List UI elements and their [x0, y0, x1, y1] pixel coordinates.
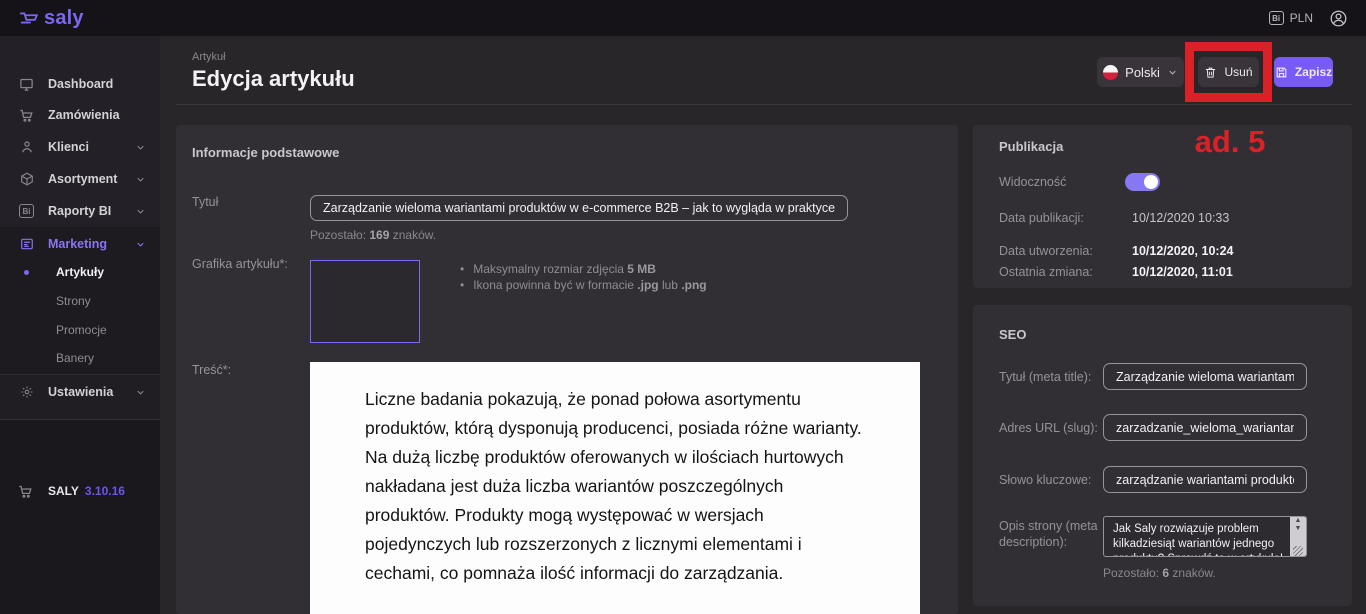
- section-title: Informacje podstawowe: [192, 145, 339, 160]
- chevron-down-icon: [135, 206, 146, 217]
- publication-title: Publikacja: [999, 139, 1063, 154]
- meta-title-label: Tytuł (meta title):: [999, 370, 1091, 384]
- app-version: SALY 3.10.16: [0, 480, 160, 502]
- sidebar-footer-block: [0, 420, 160, 614]
- meta-title-input[interactable]: [1103, 363, 1307, 390]
- currency-icon: Bi: [1269, 11, 1284, 25]
- version-number: 3.10.16: [85, 484, 125, 498]
- textarea-scrollbar[interactable]: ▲ ▼: [1290, 517, 1306, 556]
- sidebar-item-dashboard[interactable]: Dashboard: [0, 73, 160, 95]
- annotation-label: ad. 5: [1188, 124, 1272, 160]
- sidebar-item-assortment[interactable]: Asortyment: [0, 168, 160, 190]
- basic-info-panel: Informacje podstawowe Tytuł Pozostało: 1…: [176, 125, 958, 614]
- page-title: Edycja artykułu: [192, 66, 355, 92]
- person-icon: [18, 140, 35, 154]
- seo-panel: SEO Tytuł (meta title): Adres URL (slug)…: [973, 305, 1352, 606]
- sidebar-item-orders[interactable]: Zamówienia: [0, 104, 160, 126]
- bullet-icon: •: [460, 277, 464, 293]
- title-label: Tytuł: [192, 195, 218, 209]
- chevron-down-icon: [135, 387, 146, 398]
- gear-icon: [18, 385, 35, 399]
- cart-logo-icon: [18, 7, 40, 29]
- currency-label: PLN: [1290, 11, 1313, 25]
- header-divider: [176, 104, 1352, 105]
- sidebar-item-bi-reports[interactable]: Bi Raporty BI: [0, 200, 160, 222]
- image-label: Grafika artykułu*:: [192, 257, 288, 271]
- visibility-label: Widoczność: [999, 175, 1066, 189]
- resize-grip-icon[interactable]: [1293, 546, 1303, 556]
- monitor-icon: [18, 77, 35, 92]
- bullet-icon: •: [460, 261, 464, 277]
- active-dot-icon: [24, 270, 29, 275]
- breadcrumb: Artykuł: [192, 51, 226, 63]
- scroll-up-icon[interactable]: ▲: [1295, 517, 1302, 525]
- sidebar-item-clients[interactable]: Klienci: [0, 136, 160, 158]
- visibility-toggle[interactable]: [1125, 173, 1160, 191]
- sidebar-item-settings[interactable]: Ustawienia: [0, 381, 160, 403]
- save-icon: [1275, 66, 1288, 79]
- chevron-down-icon: [1167, 67, 1178, 78]
- cart-icon: [18, 108, 35, 123]
- publish-date-label: Data publikacji:: [999, 211, 1084, 225]
- sidebar-item-banners[interactable]: Banery: [0, 348, 160, 368]
- logo[interactable]: saly: [18, 7, 84, 30]
- sidebar-item-articles[interactable]: Artykuły: [0, 262, 160, 282]
- title-input[interactable]: [310, 195, 848, 221]
- created-date-label: Data utworzenia:: [999, 244, 1093, 258]
- poland-flag-icon: [1103, 65, 1118, 80]
- image-upload-box[interactable]: [310, 260, 420, 343]
- package-icon: [18, 172, 35, 186]
- slug-input[interactable]: [1103, 414, 1307, 441]
- save-button[interactable]: Zapisz: [1274, 57, 1333, 87]
- sidebar-item-marketing[interactable]: Marketing: [0, 233, 160, 255]
- scroll-down-icon[interactable]: ▼: [1295, 525, 1302, 533]
- meta-description-field: Jak Saly rozwiązuje problem kilkadziesią…: [1103, 516, 1307, 557]
- publication-panel: Publikacja Widoczność Data publikacji: 1…: [973, 125, 1352, 288]
- trash-icon: [1204, 66, 1217, 79]
- image-hints: •Maksymalny rozmiar zdjęcia 5 MB •Ikona …: [460, 261, 707, 293]
- language-dropdown[interactable]: Polski: [1097, 57, 1184, 87]
- logo-text: saly: [44, 7, 84, 30]
- created-date-value: 10/12/2020, 10:24: [1132, 244, 1233, 258]
- chevron-down-icon: [135, 142, 146, 153]
- keyword-input[interactable]: [1103, 466, 1307, 493]
- delete-button[interactable]: Usuń: [1198, 57, 1259, 87]
- slug-label: Adres URL (slug):: [999, 421, 1098, 435]
- bi-reports-icon: Bi: [18, 204, 35, 218]
- modified-date-label: Ostatnia zmiana:: [999, 265, 1093, 279]
- description-remaining: Pozostało: 6 znaków.: [1103, 566, 1216, 580]
- title-remaining: Pozostało: 169 znaków.: [310, 228, 436, 242]
- app-name: SALY: [48, 484, 79, 498]
- chevron-down-icon: [135, 239, 146, 250]
- toggle-knob: [1144, 175, 1158, 189]
- sidebar: Dashboard Zamówienia Klienci Asortyment: [0, 36, 160, 614]
- marketing-icon: [18, 237, 35, 251]
- sidebar-item-promotions[interactable]: Promocje: [0, 320, 160, 340]
- content-editor[interactable]: Liczne badania pokazują, że ponad połowa…: [310, 362, 920, 614]
- currency-selector[interactable]: Bi PLN: [1269, 11, 1313, 25]
- content-label: Treść*:: [192, 363, 231, 377]
- sidebar-item-pages[interactable]: Strony: [0, 291, 160, 311]
- meta-description-label: Opis strony (meta description):: [999, 518, 1099, 550]
- app-window: saly Bi PLN Dashboard: [0, 0, 1366, 614]
- modified-date-value: 10/12/2020, 11:01: [1132, 265, 1233, 279]
- keyword-label: Słowo kluczowe:: [999, 473, 1091, 487]
- topbar: saly Bi PLN: [0, 0, 1366, 36]
- user-account-icon[interactable]: [1329, 9, 1348, 28]
- cart-icon: [18, 484, 35, 499]
- seo-title: SEO: [999, 327, 1026, 342]
- meta-description-textarea[interactable]: Jak Saly rozwiązuje problem kilkadziesią…: [1104, 517, 1290, 556]
- publish-date-value: 10/12/2020 10:33: [1132, 211, 1229, 225]
- chevron-down-icon: [135, 174, 146, 185]
